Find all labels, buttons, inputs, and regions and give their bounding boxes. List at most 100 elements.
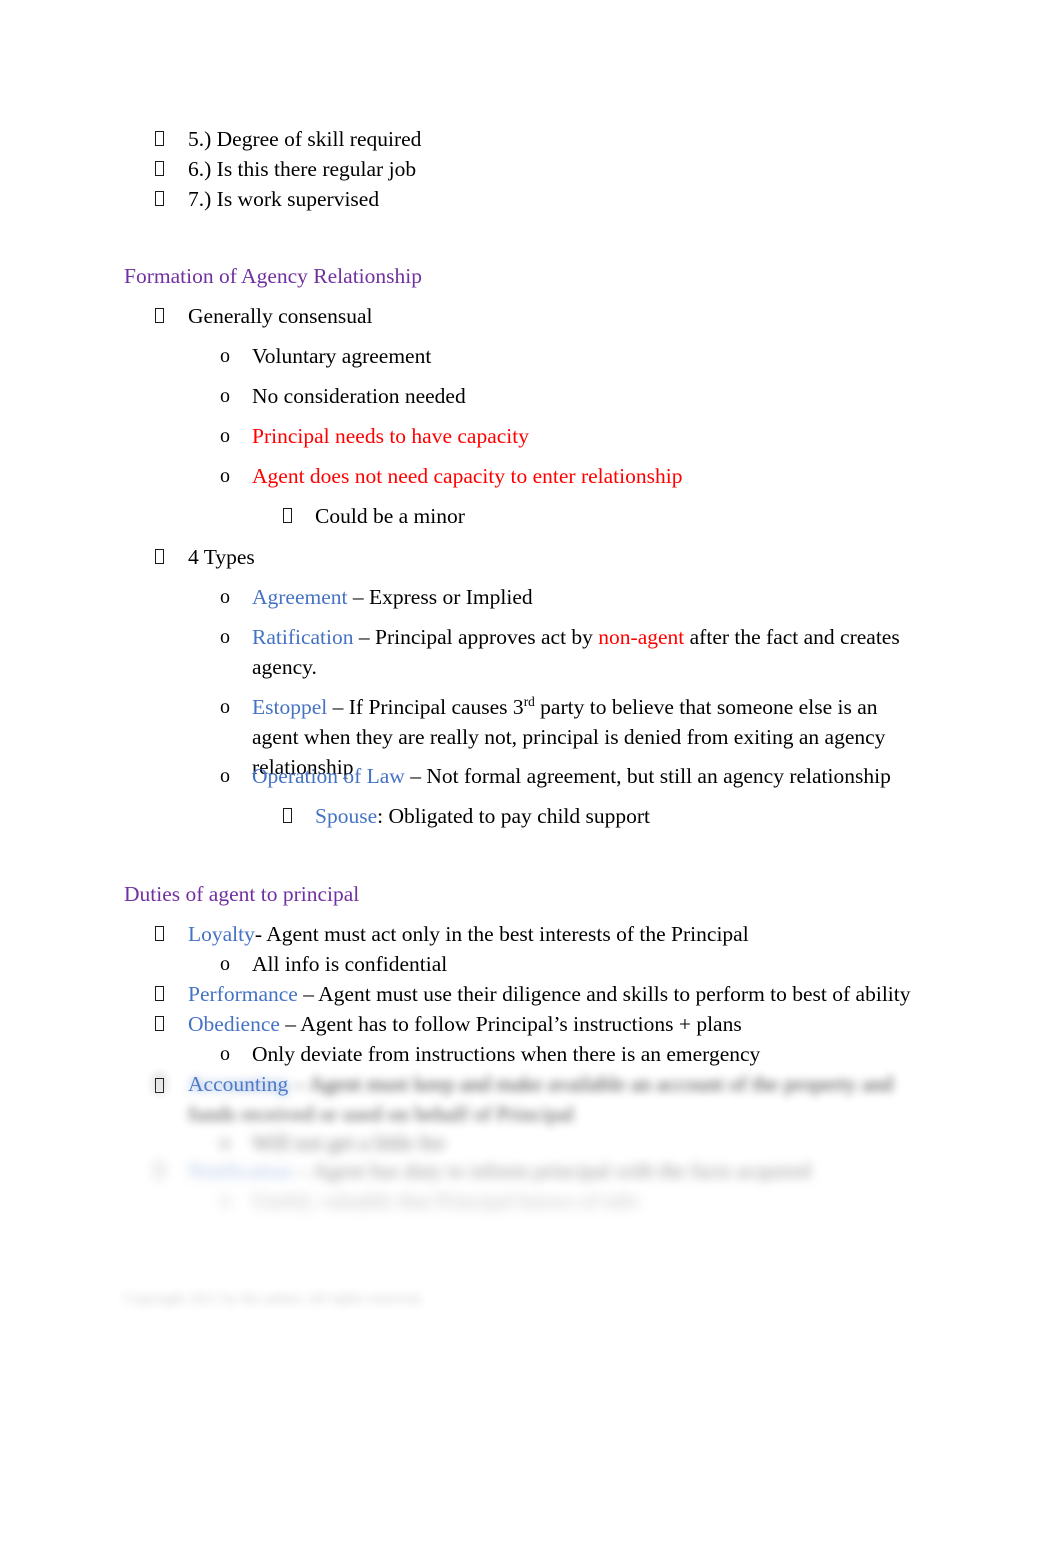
document-page: 5.) Degree of skill required 6.) Is this… [0,0,1062,1561]
term-spouse-definition: : Obligated to pay child support [377,804,651,828]
list-item: o Will not get a little fee [220,1128,1062,1158]
list-item: 5.) Degree of skill required [155,124,1062,154]
list-item-label: 6.) Is this there regular job [188,157,417,181]
bullet-circle-icon: o [220,345,230,367]
section-duties: Duties of agent to principal [0,879,1062,909]
bullet-circle-icon: o [220,425,230,447]
term-performance: Performance [188,982,298,1006]
list-item: o No consideration needed [220,381,1062,411]
bullet-circle-icon: o [220,1190,230,1212]
bullet-circle-icon: o [220,465,230,487]
term-spouse: Spouse [315,804,378,828]
list-item-label: All info is confidential [252,952,448,976]
formation-consensual-sublist: o Voluntary agreement o No consideration… [0,341,1062,531]
list-item: Spouse: Obligated to pay child support [283,801,1062,831]
list-item: o Agent does not need capacity to enter … [220,461,1062,491]
term-estoppel-part1: – If Principal causes 3 [327,695,524,719]
type-operation-of-law: o Operation of Law – Not formal agreemen… [0,761,1062,791]
list-item: Notification – Agent has duty to inform … [155,1156,1062,1186]
bullet-box-icon [283,501,307,531]
bullet-box-icon [155,124,179,154]
list-item-label: Principal needs to have capacity [252,424,530,448]
term-estoppel: Estoppel [252,695,328,719]
list-item-label: Generally consensual [188,304,373,328]
term-agreement-definition: – Express or Implied [347,585,533,609]
list-item-label: Only deviate from instructions when ther… [252,1042,761,1066]
list-item: Obedience – Agent has to follow Principa… [155,1009,1062,1039]
duty-obedience: Obedience – Agent has to follow Principa… [0,1009,1062,1069]
term-loyalty: Loyalty [188,922,255,946]
bullet-circle-icon: o [220,696,230,718]
term-accounting-sharp-overlay: Accounting [155,1069,288,1099]
list-item: o Principal needs to have capacity [220,421,1062,451]
term-operation-of-law: Operation of Law [252,764,405,788]
list-item: 6.) Is this there regular job [155,154,1062,184]
formation-four-types-block: 4 Types [0,542,1062,572]
type-agreement: o Agreement – Express or Implied [0,582,1062,612]
list-item: Could be a minor [283,501,1062,531]
section-formation: Formation of Agency Relationship [0,261,1062,291]
bullet-circle-icon: o [220,1043,230,1065]
duty-accounting-sub: o Will not get a little fee [0,1128,1062,1158]
list-item: o All info is confidential [220,949,1062,979]
term-accounting-label: Accounting [188,1072,289,1096]
duty-performance: Performance – Agent must use their dilig… [0,979,1062,1009]
bullet-box-icon [155,301,179,331]
term-ratification: Ratification [252,625,354,649]
bullet-box-icon [155,919,179,949]
term-obedience-definition: – Agent has to follow Principal’s instru… [279,1012,742,1036]
bullet-box-icon [283,801,307,831]
page-footer: Copyright 2021 by the author. All rights… [124,1289,924,1309]
list-item-label: 5.) Degree of skill required [188,127,422,151]
list-item-label: Useful, valuable that Principal knows of… [252,1189,639,1213]
bullet-circle-icon: o [220,953,230,975]
bullet-box-icon [155,184,179,214]
list-item: 4 Types [155,542,1062,572]
list-item: 7.) Is work supervised [155,184,1062,214]
list-item: o Ratification – Principal approves act … [220,622,925,682]
type-ratification: o Ratification – Principal approves act … [0,622,1062,682]
duty-loyalty: Loyalty- Agent must act only in the best… [0,919,1062,979]
bullet-box-icon [155,154,179,184]
list-item: o Agreement – Express or Implied [220,582,1062,612]
term-loyalty-definition: - Agent must act only in the best intere… [254,922,749,946]
bullet-box-icon [155,1156,179,1186]
duty-notification-sub: o Useful, valuable that Principal knows … [0,1186,1062,1216]
term-notification-definition: – Agent has duty to inform principal wit… [291,1159,811,1183]
bullet-circle-icon: o [220,1132,230,1154]
list-item: Performance – Agent must use their dilig… [155,979,1062,1009]
list-item-label: 7.) Is work supervised [188,187,380,211]
formation-generally-block: Generally consensual [0,301,1062,331]
list-item: o Voluntary agreement [220,341,1062,371]
list-item: o Only deviate from instructions when th… [220,1039,1062,1069]
list-item-label: Could be a minor [315,504,465,528]
bullet-box-icon [155,1009,179,1039]
bullet-box-icon [155,542,179,572]
list-item: o Useful, valuable that Principal knows … [220,1186,1062,1216]
bullet-circle-icon: o [220,385,230,407]
bullet-circle-icon: o [220,765,230,787]
section-heading-duties: Duties of agent to principal [124,882,360,906]
section-heading-formation: Formation of Agency Relationship [124,264,422,288]
list-item: Generally consensual [155,301,1062,331]
term-performance-definition: – Agent must use their diligence and ski… [297,982,911,1006]
list-item-label: Agent does not need capacity to enter re… [252,464,683,488]
list-item-label: No consideration needed [252,384,466,408]
term-agreement: Agreement [252,585,348,609]
list-item: Loyalty- Agent must act only in the best… [155,919,1062,949]
term-operation-of-law-definition: – Not formal agreement, but still an age… [404,764,891,788]
list-item: o Operation of Law – Not formal agreemen… [220,761,1062,791]
operation-of-law-example: Spouse: Obligated to pay child support [0,801,1062,831]
bullet-box-icon [155,1076,179,1095]
ordinal-suffix: rd [523,693,535,709]
term-accounting-definition: – Agent must keep and make available an … [188,1072,894,1126]
term-ratification-nonagent: non-agent [598,625,685,649]
term-ratification-part1: – Principal approves act by [353,625,599,649]
bullet-box-icon [155,979,179,1009]
list-item-label: Will not get a little fee [252,1131,446,1155]
list-item-label: Voluntary agreement [252,344,432,368]
duty-notification: Notification – Agent has duty to inform … [0,1156,1062,1186]
bullet-circle-icon: o [220,626,230,648]
copyright-text: Copyright 2021 by the author. All rights… [124,1291,423,1307]
bullet-circle-icon: o [220,586,230,608]
